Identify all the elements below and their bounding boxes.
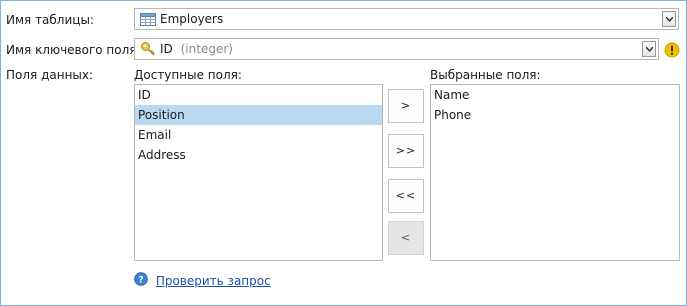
available-fields-title: Доступные поля: bbox=[134, 68, 242, 82]
list-item[interactable]: ID bbox=[135, 85, 382, 105]
remove-all-fields-button[interactable]: << bbox=[388, 179, 424, 213]
key-field-combo[interactable]: ID (integer) bbox=[134, 38, 659, 60]
help-icon[interactable]: ? bbox=[134, 272, 148, 289]
list-item[interactable]: Position bbox=[135, 105, 382, 125]
table-icon bbox=[140, 13, 156, 29]
remove-field-button[interactable]: < bbox=[388, 221, 424, 255]
chevron-down-icon[interactable] bbox=[662, 11, 676, 27]
warning-icon[interactable] bbox=[664, 42, 680, 61]
add-field-button[interactable]: > bbox=[388, 89, 424, 123]
data-fields-label: Поля данных: bbox=[6, 68, 94, 82]
key-field-type: (integer) bbox=[180, 42, 233, 56]
svg-text:?: ? bbox=[138, 276, 143, 286]
table-name-label: Имя таблицы: bbox=[6, 13, 94, 27]
table-name-combo[interactable]: Employers bbox=[134, 8, 679, 30]
selected-fields-title: Выбранные поля: bbox=[430, 68, 541, 82]
add-all-fields-button[interactable]: >> bbox=[388, 134, 424, 168]
selected-fields-list[interactable]: Name Phone bbox=[430, 84, 680, 261]
list-item[interactable]: Email bbox=[135, 125, 382, 145]
key-icon bbox=[140, 41, 156, 60]
key-field-value: ID bbox=[160, 42, 173, 56]
list-item[interactable]: Name bbox=[431, 85, 679, 105]
key-field-label: Имя ключевого поля: bbox=[6, 43, 141, 57]
list-item[interactable]: Phone bbox=[431, 105, 679, 125]
list-item[interactable]: Address bbox=[135, 145, 382, 165]
available-fields-list[interactable]: ID Position Email Address bbox=[134, 84, 383, 261]
chevron-down-icon[interactable] bbox=[642, 41, 656, 57]
check-query-link[interactable]: Проверить запрос bbox=[156, 274, 271, 288]
table-name-value: Employers bbox=[160, 12, 224, 26]
